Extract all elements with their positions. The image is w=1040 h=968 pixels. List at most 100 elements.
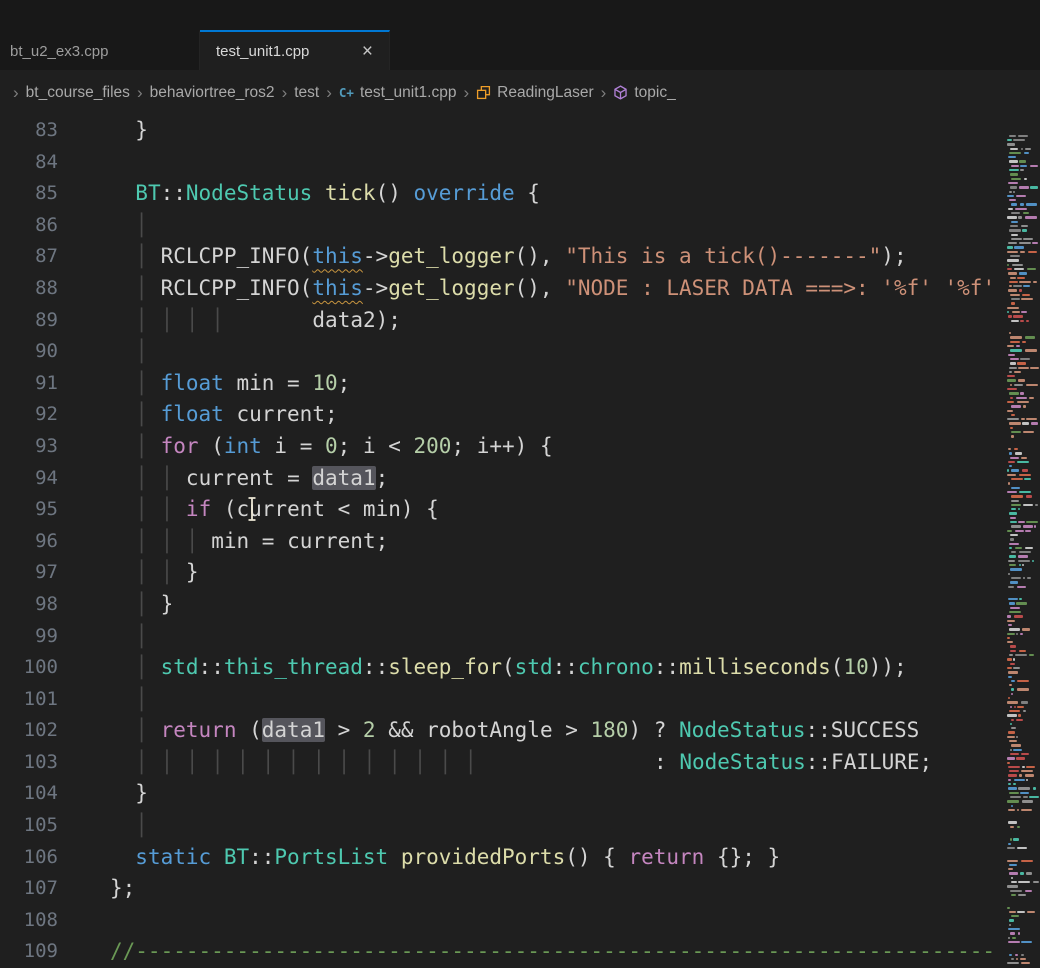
- minimap-mark: [1019, 564, 1021, 566]
- line-number[interactable]: 99: [0, 621, 58, 653]
- line-number[interactable]: 101: [0, 684, 58, 716]
- line-number[interactable]: 88: [0, 273, 58, 305]
- line-number[interactable]: 96: [0, 526, 58, 558]
- code-line-text[interactable]: │: [58, 684, 148, 716]
- line-number[interactable]: 98: [0, 589, 58, 621]
- minimap-mark: [1025, 336, 1035, 338]
- line-number[interactable]: 108: [0, 905, 58, 937]
- minimap-mark: [1011, 877, 1013, 879]
- code-line-text[interactable]: │ │ }: [58, 557, 199, 589]
- code-line-text[interactable]: │ │ │ min = current;: [58, 526, 388, 558]
- line-number[interactable]: 107: [0, 873, 58, 905]
- minimap-mark: [1007, 491, 1017, 493]
- line-number[interactable]: 93: [0, 431, 58, 463]
- code-line-text[interactable]: │ │ current = data1;: [58, 463, 388, 495]
- line-number[interactable]: 106: [0, 842, 58, 874]
- code-line-text[interactable]: │: [58, 336, 148, 368]
- close-icon[interactable]: ×: [358, 42, 377, 61]
- minimap-mark: [1007, 860, 1018, 862]
- code-line-text[interactable]: │: [58, 210, 148, 242]
- minimap-mark: [1030, 186, 1038, 188]
- line-number[interactable]: 102: [0, 715, 58, 747]
- code-line-text[interactable]: │ float current;: [58, 399, 338, 431]
- minimap-mark: [1013, 315, 1023, 317]
- line-number[interactable]: 85: [0, 178, 58, 210]
- indent-guide: │: [312, 750, 325, 774]
- code-line-text[interactable]: [58, 147, 110, 179]
- line-number[interactable]: 86: [0, 210, 58, 242]
- minimap-mark: [1010, 521, 1017, 523]
- code-line: 103 │ │ │ │ │ │ │ │ │ │ │ │ │ │ : NodeSt…: [0, 747, 1040, 779]
- line-number[interactable]: 90: [0, 336, 58, 368]
- breadcrumb-item-bt_course_files[interactable]: bt_course_files: [26, 84, 130, 102]
- line-number[interactable]: 95: [0, 494, 58, 526]
- code-line-text[interactable]: }: [58, 115, 148, 147]
- minimap-mark: [1018, 367, 1029, 369]
- minimap-mark: [1008, 766, 1020, 768]
- minimap-mark: [1010, 568, 1022, 570]
- breadcrumb-item-ReadingLaser[interactable]: ReadingLaser: [476, 84, 594, 102]
- code-line-text[interactable]: │ std::this_thread::sleep_for(std::chron…: [58, 652, 907, 684]
- breadcrumb-item-behaviortree_ros2[interactable]: behaviortree_ros2: [150, 84, 275, 102]
- indent-guide: │: [135, 244, 148, 268]
- line-number[interactable]: 109: [0, 936, 58, 968]
- line-number[interactable]: 94: [0, 463, 58, 495]
- tab-test_unit1-cpp[interactable]: test_unit1.cpp×: [200, 30, 390, 70]
- line-number[interactable]: 100: [0, 652, 58, 684]
- minimap-mark: [1025, 890, 1032, 892]
- minimap-mark: [1009, 135, 1016, 137]
- breadcrumb-item-test_unit1cpp[interactable]: C+test_unit1.cpp: [339, 84, 457, 102]
- minimap-mark: [1009, 229, 1021, 231]
- breadcrumb-item-topic_[interactable]: topic_: [613, 84, 675, 102]
- minimap-mark: [1011, 487, 1020, 489]
- code-line-text[interactable]: │ for (int i = 0; i < 200; i++) {: [58, 431, 553, 463]
- code-line-text[interactable]: │: [58, 810, 148, 842]
- minimap-mark: [1009, 911, 1016, 913]
- minimap-mark: [1011, 525, 1021, 527]
- tab-bt_u2_ex3-cpp[interactable]: bt_u2_ex3.cpp: [0, 30, 200, 70]
- code-line-text[interactable]: };: [58, 873, 135, 905]
- code-line-text[interactable]: //--------------------------------------…: [58, 936, 995, 968]
- minimap-mark: [1022, 294, 1030, 296]
- line-number[interactable]: 92: [0, 399, 58, 431]
- minimap-mark: [1019, 289, 1022, 291]
- code-line-text[interactable]: │ │ │ │ data2);: [58, 305, 401, 337]
- minimap-mark: [1017, 362, 1026, 364]
- minimap-mark: [1010, 186, 1017, 188]
- minimap-mark: [1026, 779, 1028, 781]
- minimap-mark: [1018, 881, 1030, 883]
- minimap-mark: [1011, 504, 1021, 506]
- code-line-text[interactable]: │ }: [58, 589, 173, 621]
- code-line-text[interactable]: │ return (data1 > 2 && robotAngle > 180)…: [58, 715, 919, 747]
- code-line-text[interactable]: [58, 905, 110, 937]
- line-number[interactable]: 103: [0, 747, 58, 779]
- line-number[interactable]: 91: [0, 368, 58, 400]
- code-area[interactable]: 83 }8485 BT::NodeStatus tick() override …: [0, 115, 1040, 968]
- line-number[interactable]: 89: [0, 305, 58, 337]
- minimap-mark: [1009, 332, 1011, 334]
- minimap[interactable]: [1006, 115, 1040, 968]
- breadcrumb-item-test[interactable]: test: [294, 84, 319, 102]
- line-number[interactable]: 97: [0, 557, 58, 589]
- code-line-text[interactable]: │ RCLCPP_INFO(this->get_logger(), "This …: [58, 241, 907, 273]
- class-icon: [476, 85, 491, 100]
- code-line-text[interactable]: │: [58, 621, 148, 653]
- line-number[interactable]: 84: [0, 147, 58, 179]
- code-line-text[interactable]: static BT::PortsList providedPorts() { r…: [58, 842, 780, 874]
- code-line-text[interactable]: BT::NodeStatus tick() override {: [58, 178, 540, 210]
- minimap-mark: [1007, 195, 1014, 197]
- code-line-text[interactable]: │ │ │ │ │ │ │ │ │ │ │ │ │ │ : NodeStatus…: [58, 747, 932, 779]
- line-number[interactable]: 83: [0, 115, 58, 147]
- minimap-mark: [1022, 422, 1029, 424]
- minimap-mark: [1011, 302, 1015, 304]
- code-line-text[interactable]: │ │ if (current < min) {: [58, 494, 439, 526]
- code-line-text[interactable]: }: [58, 778, 148, 810]
- line-number[interactable]: 104: [0, 778, 58, 810]
- minimap-mark: [1022, 341, 1026, 343]
- code-line-text[interactable]: │ RCLCPP_INFO(this->get_logger(), "NODE …: [58, 273, 995, 305]
- code-line-text[interactable]: │ float min = 10;: [58, 368, 350, 400]
- minimap-mark: [1010, 277, 1016, 279]
- line-number[interactable]: 105: [0, 810, 58, 842]
- minimap-mark: [1020, 251, 1025, 253]
- line-number[interactable]: 87: [0, 241, 58, 273]
